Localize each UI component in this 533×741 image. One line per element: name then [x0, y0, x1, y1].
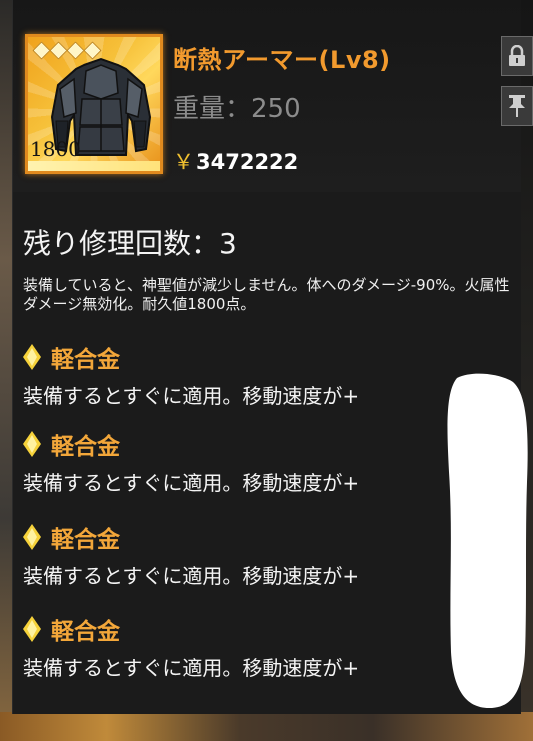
effect-title: 軽合金 [51, 619, 120, 645]
effect-title: 軽合金 [51, 434, 120, 460]
effect-entry: 軽合金 装備するとすぐに適用。移動速度が+ [23, 427, 503, 496]
effect-text: 装備するとすぐに適用。移動速度が+ [23, 384, 360, 408]
item-detail-panel: 1800 断熱アーマー(Lv8) 重量：250 ￥3472222 残り修理回数：… [12, 0, 533, 714]
effect-text: 装備するとすぐに適用。移動速度が+ [23, 471, 360, 495]
item-header: 1800 断熱アーマー(Lv8) 重量：250 ￥3472222 [13, 0, 521, 192]
item-weight: 重量：250 [173, 94, 301, 124]
repair-count: 残り修理回数：3 [23, 227, 237, 260]
redaction-mark [447, 373, 528, 708]
yellow-diamond-icon [23, 616, 41, 642]
price-value: 3472222 [196, 150, 299, 174]
effect-entry: 軽合金 装備するとすぐに適用。移動速度が+ [23, 520, 503, 589]
yen-icon: ￥ [173, 150, 194, 174]
item-description: 装備していると、神聖値が減少しません。体へのダメージ-90%。火属性ダメージ無効… [23, 276, 510, 313]
item-name: 断熱アーマー(Lv8) [173, 46, 391, 74]
yellow-diamond-icon [23, 344, 41, 370]
pin-icon [509, 95, 525, 117]
durability-value: 1800 [30, 137, 81, 161]
yellow-diamond-icon [23, 524, 41, 550]
pin-button[interactable] [501, 86, 533, 126]
lock-button[interactable] [501, 36, 533, 76]
effect-text: 装備するとすぐに適用。移動速度が+ [23, 656, 360, 680]
effect-text: 装備するとすぐに適用。移動速度が+ [23, 564, 360, 588]
item-thumbnail: 1800 [25, 34, 163, 174]
lock-icon [509, 45, 525, 66]
background-bottom [0, 712, 533, 741]
effect-entry: 軽合金 装備するとすぐに適用。移動速度が+ [23, 340, 503, 409]
effect-title: 軽合金 [51, 527, 120, 553]
effect-title: 軽合金 [51, 347, 120, 373]
effect-entry: 軽合金 装備するとすぐに適用。移動速度が+ [23, 612, 503, 681]
yellow-diamond-icon [23, 431, 41, 457]
item-price: ￥3472222 [173, 146, 298, 176]
